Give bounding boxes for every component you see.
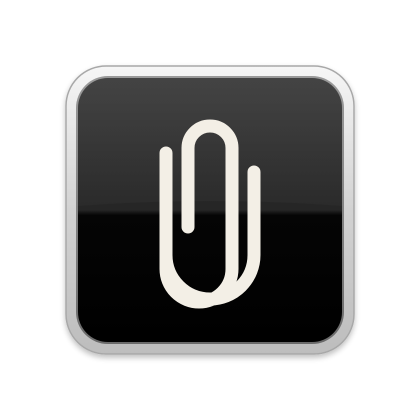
icon-gloss [78, 78, 342, 206]
paperclip-app-icon[interactable] [0, 0, 420, 420]
app-icon-canvas [0, 0, 420, 420]
